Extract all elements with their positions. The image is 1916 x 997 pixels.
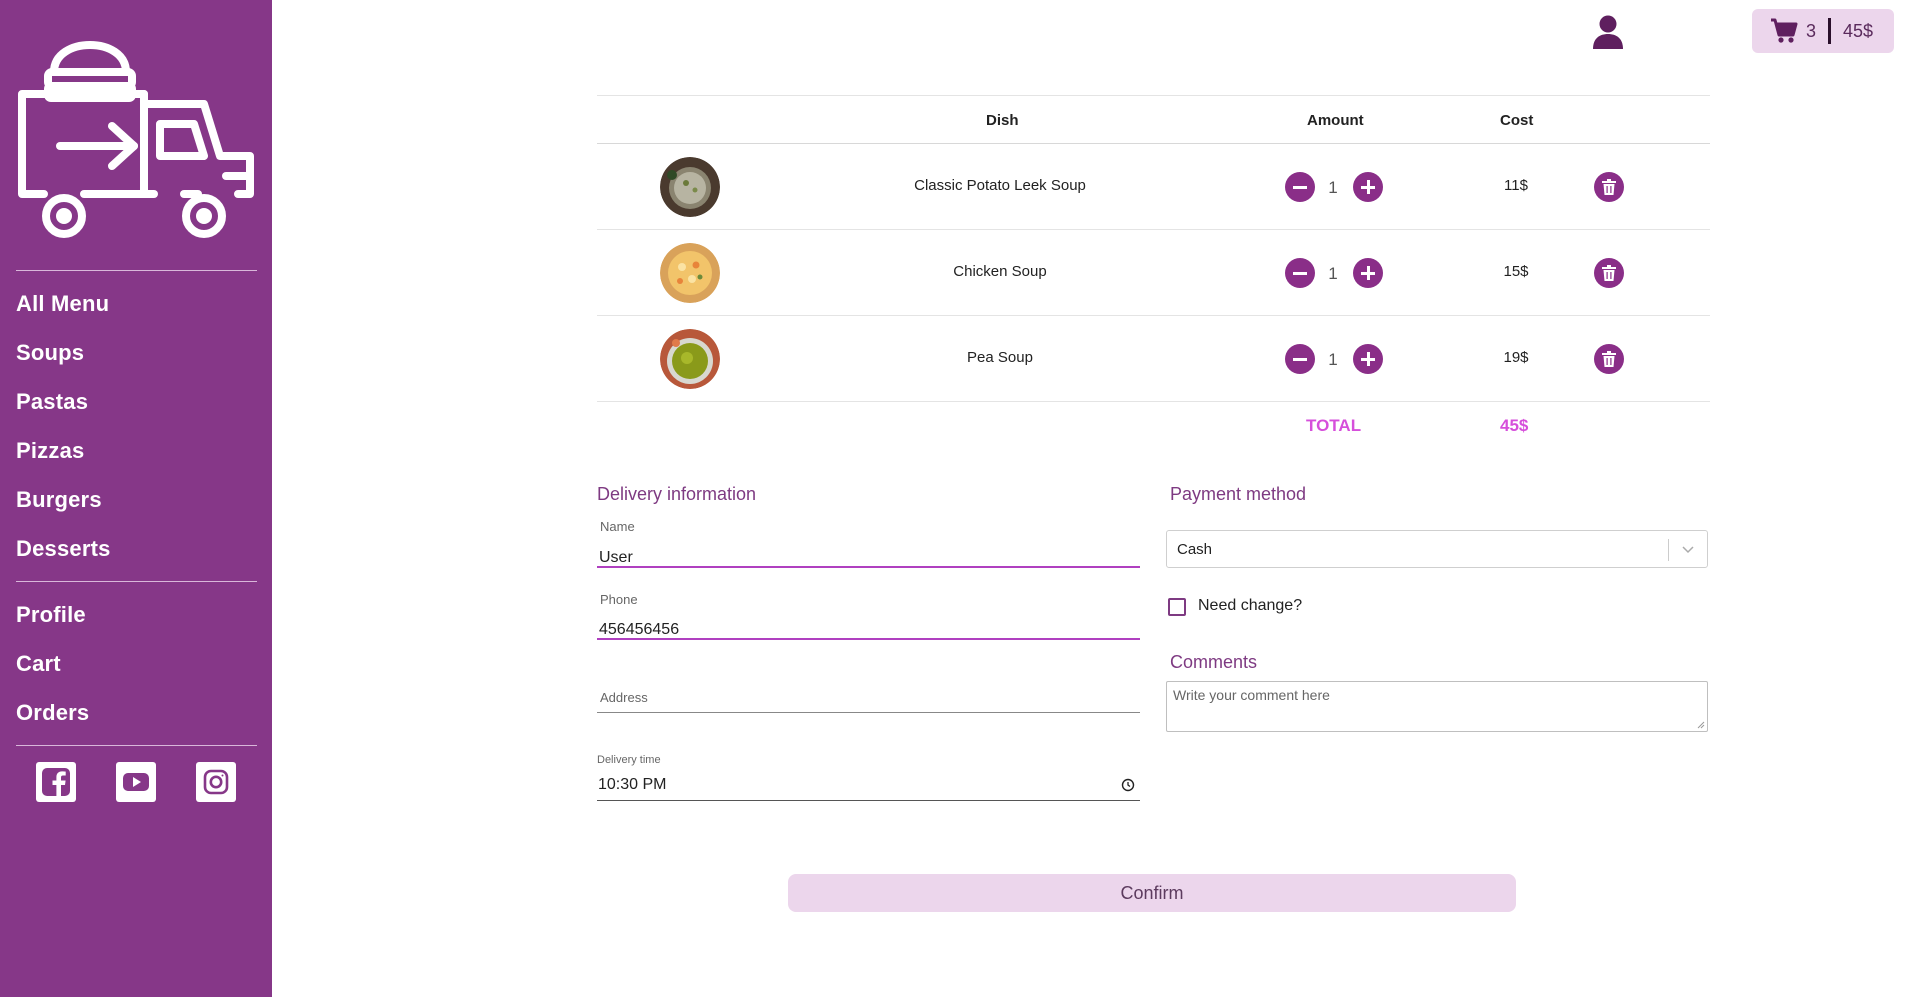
comments-placeholder: Write your comment here (1173, 687, 1330, 703)
delivery-truck-logo-icon[interactable] (14, 26, 258, 244)
delete-item-button[interactable] (1594, 344, 1624, 374)
nav-item-orders[interactable]: Orders (16, 700, 89, 726)
row-divider (597, 315, 1710, 316)
payment-method-value: Cash (1177, 541, 1213, 558)
comments-textarea[interactable]: Write your comment here (1166, 681, 1708, 732)
delivery-time-field[interactable]: 10:30 PM (598, 776, 666, 794)
quantity-value: 1 (1328, 178, 1338, 197)
nav-item-all-menu[interactable]: All Menu (16, 291, 109, 317)
column-header-dish: Dish (986, 112, 1019, 129)
facebook-icon[interactable] (36, 762, 76, 802)
need-change-checkbox[interactable] (1168, 598, 1186, 616)
total-label: TOTAL (1306, 416, 1362, 435)
total-value: 45$ (1500, 416, 1529, 435)
dish-name: Classic Potato Leek Soup (914, 177, 1086, 194)
nav-item-pastas[interactable]: Pastas (16, 389, 88, 415)
nav-item-profile[interactable]: Profile (16, 602, 86, 628)
youtube-icon[interactable] (116, 762, 156, 802)
table-top-line (597, 95, 1710, 96)
phone-field[interactable]: 456456456 (599, 621, 679, 639)
name-field[interactable]: User (599, 549, 633, 567)
row-divider (597, 229, 1710, 230)
trash-icon (1602, 351, 1616, 367)
cart-summary-button[interactable]: 3 45$ (1752, 9, 1894, 53)
dish-name: Chicken Soup (953, 263, 1047, 280)
column-header-cost: Cost (1500, 112, 1534, 129)
sidebar-divider (16, 581, 257, 582)
cart-separator (1828, 18, 1832, 44)
address-field[interactable]: Address (600, 690, 648, 705)
delete-item-button[interactable] (1594, 172, 1624, 202)
table-header-line (597, 143, 1710, 144)
nav-item-soups[interactable]: Soups (16, 340, 84, 366)
dish-cost: 15$ (1503, 263, 1529, 280)
decrease-quantity-button[interactable] (1285, 172, 1315, 202)
cart-icon (1771, 18, 1798, 43)
instagram-icon[interactable] (196, 762, 236, 802)
dish-name: Pea Soup (967, 349, 1033, 366)
resize-handle-icon[interactable] (1697, 721, 1705, 729)
delivery-time-underline (597, 800, 1140, 801)
decrease-quantity-button[interactable] (1285, 344, 1315, 374)
cart-total: 45$ (1843, 20, 1874, 41)
dish-cost: 11$ (1504, 177, 1528, 194)
name-field-label: Name (600, 519, 635, 534)
delivery-time-label: Delivery time (597, 754, 661, 766)
need-change-label: Need change? (1198, 597, 1303, 614)
phone-field-underline (597, 638, 1140, 640)
user-icon[interactable] (1592, 14, 1624, 50)
sidebar: All Menu Soups Pastas Pizzas Burgers Des… (0, 0, 272, 997)
dish-cost: 19$ (1503, 349, 1529, 366)
phone-field-label: Phone (600, 592, 638, 607)
clock-icon[interactable] (1121, 778, 1135, 792)
payment-method-title: Payment method (1170, 484, 1307, 504)
row-divider (597, 401, 1710, 402)
nav-item-cart[interactable]: Cart (16, 651, 61, 677)
delete-item-button[interactable] (1594, 258, 1624, 288)
cart-count: 3 (1806, 20, 1817, 41)
name-field-underline (597, 566, 1140, 568)
nav-item-desserts[interactable]: Desserts (16, 536, 111, 562)
payment-method-select[interactable]: Cash (1166, 530, 1708, 568)
dish-image (660, 329, 720, 389)
increase-quantity-button[interactable] (1353, 258, 1383, 288)
increase-quantity-button[interactable] (1353, 172, 1383, 202)
nav-item-pizzas[interactable]: Pizzas (16, 438, 84, 464)
decrease-quantity-button[interactable] (1285, 258, 1315, 288)
sidebar-divider (16, 270, 257, 271)
delivery-info-title: Delivery information (597, 484, 757, 504)
sidebar-divider (16, 745, 257, 746)
select-separator (1668, 539, 1669, 561)
chevron-down-icon (1682, 546, 1694, 554)
quantity-value: 1 (1328, 264, 1338, 283)
confirm-button[interactable]: Confirm (788, 874, 1516, 912)
column-header-amount: Amount (1307, 112, 1364, 129)
dish-image (660, 157, 720, 217)
trash-icon (1602, 179, 1616, 195)
address-field-underline (597, 712, 1140, 713)
nav-item-burgers[interactable]: Burgers (16, 487, 102, 513)
increase-quantity-button[interactable] (1353, 344, 1383, 374)
trash-icon (1602, 265, 1616, 281)
comments-title: Comments (1170, 652, 1258, 672)
dish-image (660, 243, 720, 303)
quantity-value: 1 (1328, 350, 1338, 369)
